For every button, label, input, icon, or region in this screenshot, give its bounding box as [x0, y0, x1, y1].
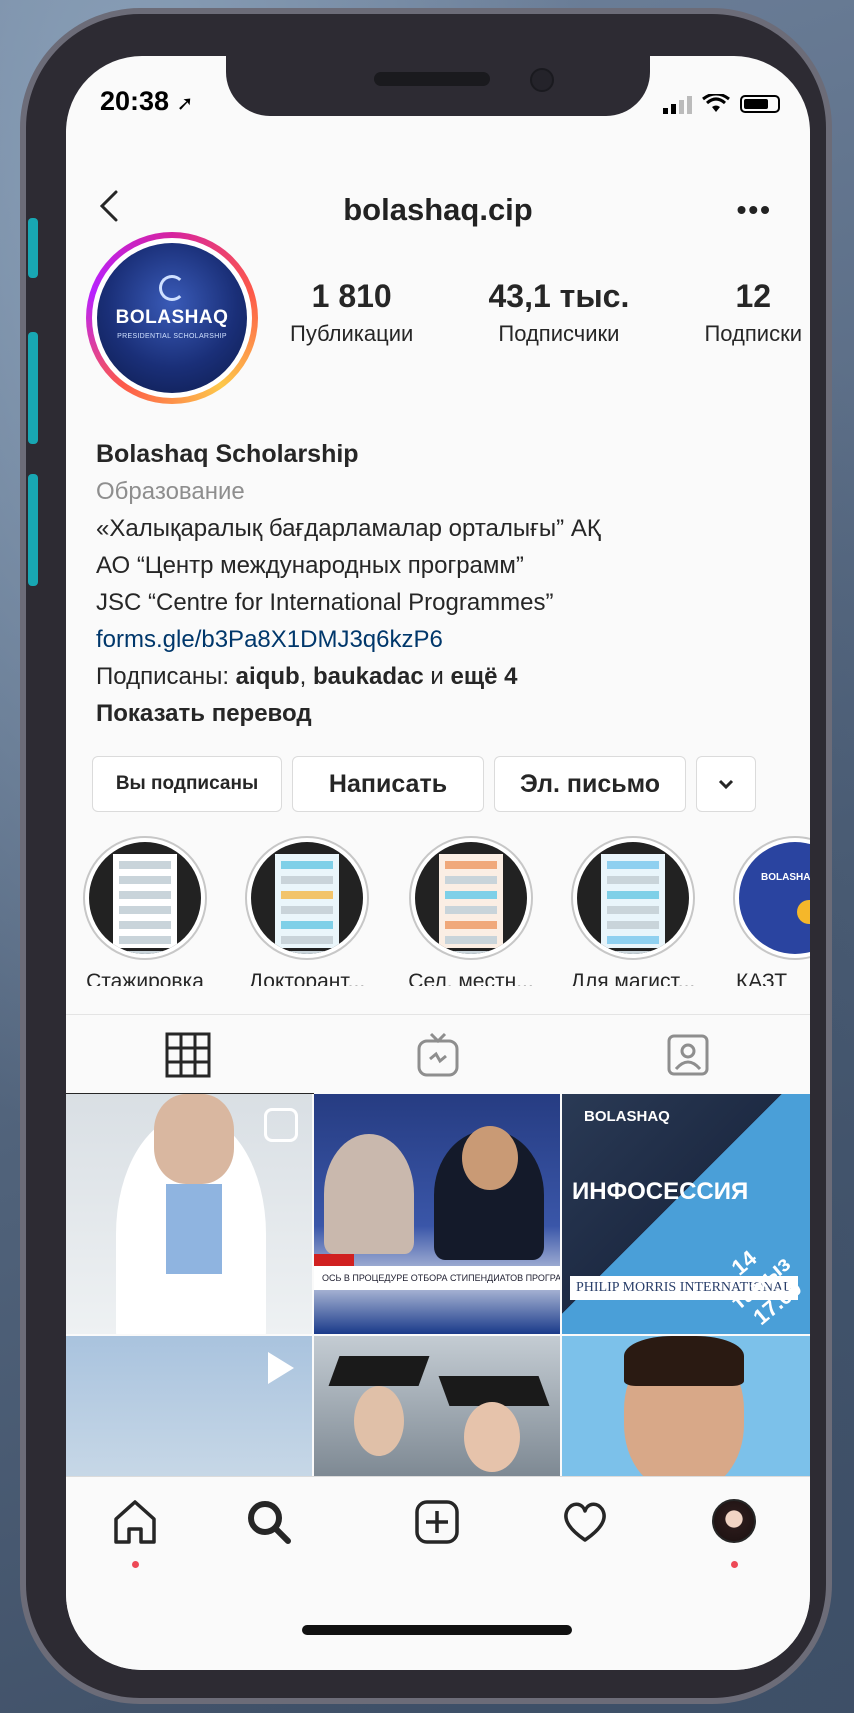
new-post-icon[interactable]	[412, 1497, 462, 1547]
phone-notch	[226, 56, 650, 116]
home-indicator	[302, 1625, 572, 1635]
chevron-down-icon	[718, 779, 734, 790]
heart-icon[interactable]	[560, 1497, 610, 1547]
post-thumbnail[interactable]	[66, 1094, 312, 1334]
post-date-text: 14 тамыз 17.00	[726, 1245, 807, 1330]
highlight-logo-text: BOLASHAQ	[761, 872, 810, 883]
stat-posts[interactable]: 1 810 Публикации	[290, 278, 413, 347]
story-highlights: Стажировка Докторант... Сел. местн... Дл…	[66, 836, 810, 986]
avatar-icon	[712, 1499, 756, 1543]
tagged-icon[interactable]	[664, 1031, 712, 1079]
reels-icon	[264, 1108, 298, 1142]
profile-category: Образование	[96, 478, 245, 505]
notification-dot	[731, 1561, 738, 1568]
status-icons	[663, 94, 780, 114]
volume-up-button	[28, 332, 38, 444]
avatar-logo-text: BOLASHAQ	[115, 307, 229, 328]
avatar-logo-subtext: PRESIDENTIAL SCHOLARSHIP	[117, 333, 227, 340]
post-caption-strip: ОСЬ В ПРОЦЕДУРЕ ОТБОРА СТИПЕНДИАТОВ ПРОГ…	[314, 1266, 560, 1290]
message-button[interactable]: Написать	[292, 756, 484, 812]
show-translation-link[interactable]: Показать перевод	[96, 695, 796, 732]
bio-line: «Халықаралық бағдарламалар орталығы” АҚ	[96, 515, 601, 542]
bio-link[interactable]: forms.gle/b3Pa8X1DMJ3q6kzP6	[96, 621, 796, 658]
battery-icon	[740, 95, 780, 113]
profile-username: bolashaq.cip	[343, 192, 533, 227]
highlight-item[interactable]: BOLASHAQ КАЗТ	[730, 836, 810, 986]
bio-line: JSC “Centre for International Programmes…	[96, 589, 554, 616]
bottom-tab-bar	[66, 1476, 810, 1670]
grid-icon[interactable]	[164, 1031, 212, 1079]
suggestions-dropdown-button[interactable]	[696, 756, 756, 812]
post-title-text: ИНФОСЕССИЯ	[572, 1178, 749, 1205]
highlight-item[interactable]: Стажировка	[80, 836, 210, 986]
igtv-icon[interactable]	[414, 1031, 462, 1079]
notification-dot	[132, 1561, 139, 1568]
profile-avatar-tab[interactable]	[712, 1499, 762, 1549]
more-options-icon[interactable]: •••	[737, 194, 772, 226]
signal-icon	[663, 94, 692, 114]
bio-line: АО “Центр международных программ”	[96, 552, 524, 579]
post-thumbnail[interactable]: BOLASHAQ ИНФОСЕССИЯ PHILIP MORRIS INTERN…	[562, 1094, 810, 1334]
profile-name: Bolashaq Scholarship	[96, 440, 359, 468]
email-button[interactable]: Эл. письмо	[494, 756, 686, 812]
front-camera	[530, 68, 554, 92]
volume-down-button	[28, 474, 38, 586]
speaker	[374, 72, 490, 86]
video-icon	[268, 1352, 294, 1384]
highlight-item[interactable]: Для магист...	[568, 836, 698, 986]
side-button	[28, 218, 38, 278]
status-time: 20:38 ➚	[100, 86, 194, 116]
posts-grid: ОСЬ В ПРОЦЕДУРЕ ОТБОРА СТИПЕНДИАТОВ ПРОГ…	[66, 1094, 810, 1516]
highlight-item[interactable]: Сел. местн...	[406, 836, 536, 986]
profile-actions: Вы подписаны Написать Эл. письмо	[92, 756, 786, 812]
search-icon[interactable]	[244, 1497, 294, 1547]
following-button[interactable]: Вы подписаны	[92, 756, 282, 812]
profile-tabs	[66, 1014, 810, 1095]
stat-followers[interactable]: 43,1 тыс. Подписчики	[488, 278, 629, 347]
stat-following[interactable]: 12 Подписки	[704, 278, 802, 347]
profile-bio: Bolashaq Scholarship Образование «Халықа…	[96, 436, 796, 732]
post-thumbnail[interactable]: ОСЬ В ПРОЦЕДУРЕ ОТБОРА СТИПЕНДИАТОВ ПРОГ…	[314, 1094, 560, 1334]
followed-by[interactable]: Подписаны: aiqub, baukadac и ещё 4	[96, 658, 796, 695]
home-icon[interactable]	[110, 1497, 160, 1547]
profile-avatar[interactable]: BOLASHAQ PRESIDENTIAL SCHOLARSHIP	[86, 232, 258, 404]
post-brand-text: BOLASHAQ	[584, 1108, 670, 1125]
app-screen: 20:38 ➚ bolashaq.cip ••• BOLASHAQ PRESID…	[66, 56, 810, 1670]
wifi-icon	[702, 94, 730, 112]
profile-stats: 1 810 Публикации 43,1 тыс. Подписчики 12…	[290, 278, 802, 347]
bolashaq-logo-icon	[159, 275, 185, 301]
highlight-item[interactable]: Докторант...	[242, 836, 372, 986]
